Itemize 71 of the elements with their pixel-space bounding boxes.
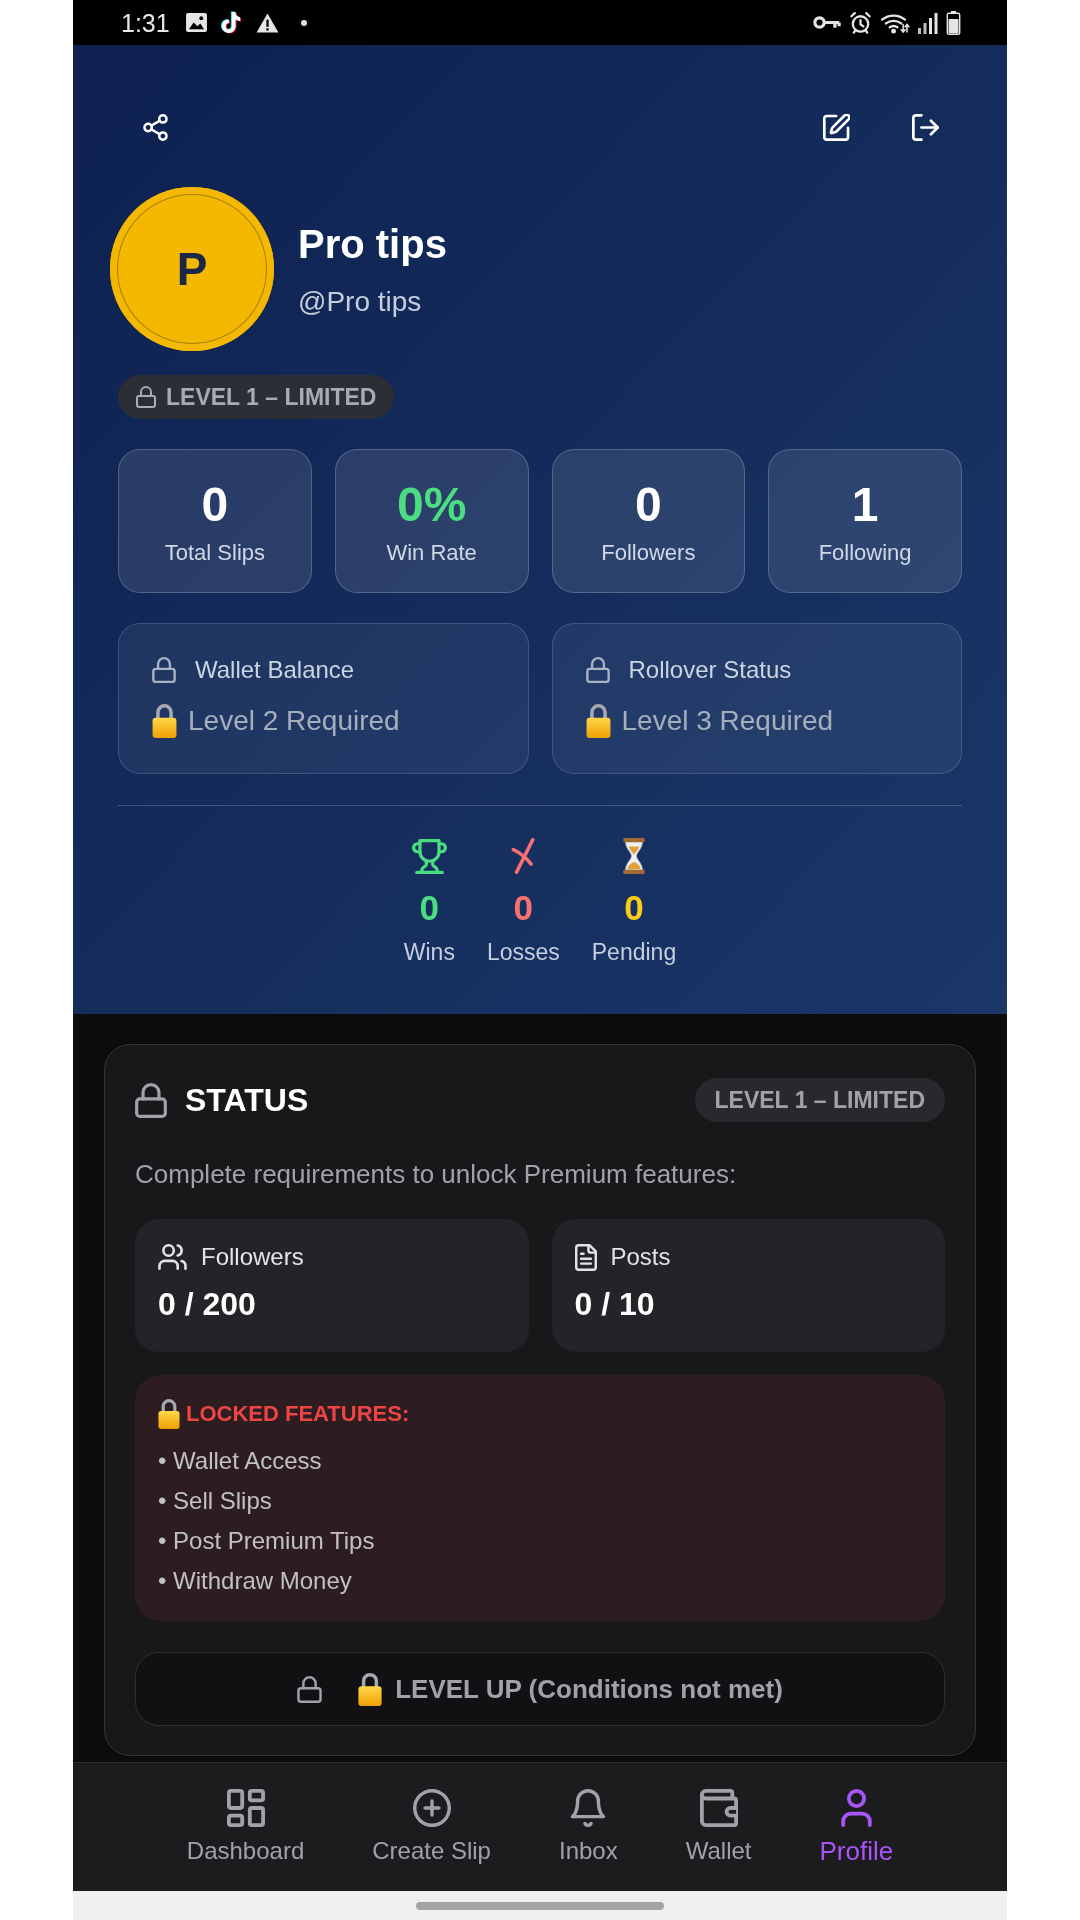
result-label: Wins: [403, 939, 455, 966]
nav-item[interactable]: Inbox: [558, 1789, 618, 1866]
users-icon: [158, 1244, 187, 1270]
requirement-value: 0 / 200: [158, 1285, 256, 1323]
padlock-icon: [152, 704, 177, 738]
image-icon: [185, 13, 207, 32]
stat-value: 1: [851, 476, 879, 533]
lock-icon: [152, 657, 176, 683]
locked-feature-item: • Wallet Access: [158, 1446, 322, 1476]
battery-icon: [946, 10, 961, 35]
padlock-icon: [358, 1672, 383, 1706]
nav-item[interactable]: Create Slip: [372, 1789, 491, 1866]
trophy-icon: [411, 838, 447, 874]
dot-icon: [300, 19, 307, 26]
result-label: Pending: [591, 939, 677, 966]
requirements-intro: Complete requirements to unlock Premium features:: [135, 1158, 737, 1190]
lock-icon: [135, 1082, 167, 1118]
bell-icon: [569, 1789, 608, 1827]
stat-label: Followers: [601, 539, 696, 566]
locked-feature-item: • Withdraw Money: [158, 1566, 352, 1596]
level-text: LEVEL 1 – LIMITED: [166, 383, 377, 411]
wifi-icon: [880, 11, 910, 34]
profile-name: Pro tips: [298, 220, 447, 268]
nav-item[interactable]: Wallet: [685, 1789, 752, 1866]
status-title: STATUS: [185, 1081, 309, 1119]
plus-circle-icon: [412, 1789, 451, 1827]
clock-time: 1:31: [121, 7, 170, 38]
edit-icon: [822, 113, 850, 141]
share-icon: [142, 113, 168, 141]
nav-item[interactable]: Profile: [819, 1789, 894, 1866]
logout-icon: [911, 113, 939, 141]
profile-handle: @Pro tips: [298, 284, 422, 319]
locked-card-title: Wallet Balance: [195, 656, 355, 684]
padlock-icon: [585, 704, 611, 738]
level-badge: LEVEL 1 – LIMITED: [694, 1078, 945, 1122]
locked-feature-item: • Post Premium Tips: [158, 1526, 375, 1556]
music-note-icon: [219, 10, 242, 35]
hourglass-icon: [622, 838, 646, 874]
lock-icon: [585, 657, 610, 683]
locked-card-title: Rollover Status: [628, 656, 792, 684]
requirement-value: 0 / 10: [574, 1285, 655, 1323]
lock-icon: [136, 386, 156, 408]
nav-item[interactable]: Dashboard: [186, 1789, 305, 1866]
locked-card-note: Level 2 Required: [188, 704, 400, 738]
requirement-label: Followers: [201, 1243, 304, 1271]
locked-feature-item: • Sell Slips: [158, 1486, 272, 1516]
warning-icon: [255, 12, 279, 33]
lock-icon: [297, 1675, 323, 1703]
requirement-label: Posts: [610, 1243, 671, 1271]
grid-icon: [226, 1789, 265, 1827]
stat-value: 0: [201, 476, 229, 533]
signal-icon: [918, 11, 938, 34]
cross-icon: [510, 838, 537, 874]
stat-label: Following: [818, 539, 912, 566]
document-icon: [574, 1243, 597, 1271]
result-value: 0: [419, 888, 440, 928]
user-icon: [840, 1789, 872, 1827]
alarm-clock-icon: [849, 11, 872, 34]
padlock-icon: [158, 1399, 180, 1429]
stat-value: 0: [635, 476, 662, 533]
stat-label: Win Rate: [386, 539, 477, 566]
avatar: P: [110, 187, 274, 351]
stat-value: 0%: [396, 476, 467, 533]
result-label: Losses: [486, 939, 560, 966]
result-value: 0: [624, 888, 644, 928]
wallet-icon: [699, 1789, 738, 1827]
stat-label: Total Slips: [164, 539, 265, 566]
locked-card-note: Level 3 Required: [621, 704, 834, 738]
key-icon: [813, 15, 841, 30]
result-value: 0: [513, 888, 534, 928]
locked-features-title: LOCKED FEATURES:: [186, 1400, 410, 1428]
